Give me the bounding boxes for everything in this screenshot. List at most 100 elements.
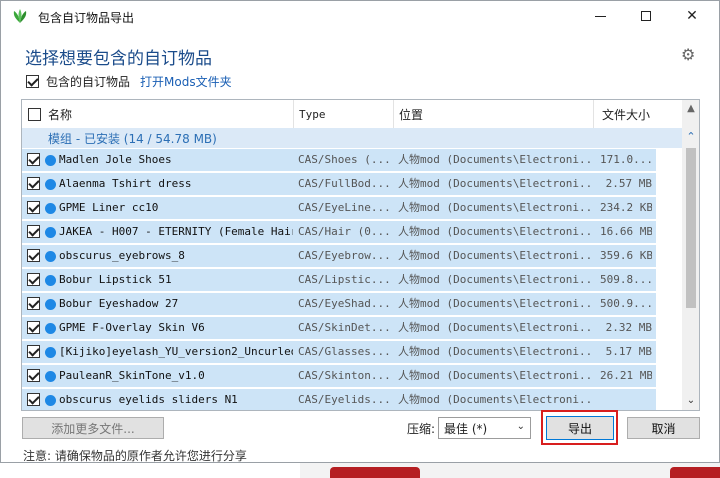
column-type[interactable]: Type	[294, 100, 394, 128]
column-location[interactable]: 位置	[394, 100, 594, 128]
group-label: 模组 - 已安装 (14 / 54.78 MB)	[48, 131, 217, 146]
scroll-down-chevron-icon[interactable]: ⌄	[682, 392, 699, 410]
list-item[interactable]: obscurus_eyebrows_8 CAS/Eyebrow... 人物mod…	[22, 245, 682, 267]
list-item[interactable]: Madlen Jole Shoes CAS/Shoes (... 人物mod (…	[22, 149, 682, 171]
open-mods-folder-link[interactable]: 打开Mods文件夹	[140, 73, 232, 90]
row-size: 359.6 KB	[600, 249, 652, 262]
minimize-button[interactable]	[577, 1, 623, 31]
row-type: CAS/Hair (0...	[298, 225, 391, 238]
row-name: GPME Liner cc10	[59, 201, 159, 214]
include-label: 包含的自订物品	[46, 74, 131, 89]
maximize-button[interactable]	[623, 1, 669, 31]
export-dialog: 包含自订物品导出 ✕ 选择想要包含的自订物品 ⚙ 包含的自订物品 打开Mods文…	[0, 0, 720, 463]
row-size: 171.0...	[600, 153, 652, 166]
scrollbar-thumb[interactable]	[686, 148, 696, 308]
status-dot-icon	[45, 299, 56, 310]
list-item[interactable]: Alaenma Tshirt dress CAS/FullBod... 人物mo…	[22, 173, 682, 195]
list-item[interactable]: Bobur Eyeshadow 27 CAS/EyeShad... 人物mod …	[22, 293, 682, 315]
app-logo-icon	[13, 9, 27, 23]
include-checkbox[interactable]	[26, 74, 39, 88]
row-location: 人物mod (Documents\Electroni...	[398, 201, 590, 214]
row-checkbox[interactable]	[27, 393, 40, 406]
row-name: Bobur Lipstick 51	[59, 273, 172, 286]
close-icon: ✕	[686, 8, 698, 24]
include-row: 包含的自订物品 打开Mods文件夹	[26, 73, 232, 89]
column-size[interactable]: 文件大小	[594, 100, 682, 128]
row-checkbox[interactable]	[27, 297, 40, 310]
row-checkbox[interactable]	[27, 369, 40, 382]
row-name: Bobur Eyeshadow 27	[59, 297, 179, 310]
row-type: CAS/Skinton...	[298, 369, 391, 382]
row-checkbox[interactable]	[27, 249, 40, 262]
list-item[interactable]: GPME Liner cc10 CAS/EyeLine... 人物mod (Do…	[22, 197, 682, 219]
row-type: CAS/Eyelids...	[298, 393, 391, 406]
row-size: 509.8...	[600, 273, 652, 286]
row-location: 人物mod (Documents\Electroni...	[398, 225, 590, 238]
add-more-files-button[interactable]: 添加更多文件...	[22, 417, 164, 439]
row-checkbox[interactable]	[27, 201, 40, 214]
title-bar[interactable]: 包含自订物品导出 ✕	[1, 1, 719, 31]
gear-icon[interactable]: ⚙	[681, 47, 697, 63]
desktop-background	[300, 463, 720, 478]
select-all-checkbox[interactable]	[28, 107, 41, 121]
row-location: 人物mod (Documents\Electroni...	[398, 297, 590, 310]
status-dot-icon	[45, 395, 56, 406]
chevron-down-icon: ⌄	[516, 421, 525, 432]
window-title: 包含自订物品导出	[38, 11, 135, 25]
row-size: 5.17 MB	[605, 345, 652, 358]
row-name: Madlen Jole Shoes	[59, 153, 172, 166]
column-name[interactable]: 名称	[22, 100, 294, 128]
status-dot-icon	[45, 323, 56, 334]
row-size: 500.9...	[600, 297, 652, 310]
cancel-button[interactable]: 取消	[627, 417, 700, 439]
row-type: CAS/Eyebrow...	[298, 249, 391, 262]
row-checkbox[interactable]	[27, 345, 40, 358]
list-item[interactable]: PauleanR_SkinTone_v1.0 CAS/Skinton... 人物…	[22, 365, 682, 387]
close-button[interactable]: ✕	[669, 1, 715, 31]
maximize-icon	[641, 11, 651, 21]
list-item[interactable]: [Kijiko]eyelash_YU_version2_Uncurled CAS…	[22, 341, 682, 363]
status-dot-icon	[45, 251, 56, 262]
permission-note: 注意: 请确保物品的原作者允许您进行分享	[23, 449, 247, 463]
scroll-up-arrow-icon[interactable]: ▲	[682, 100, 699, 118]
row-location: 人物mod (Documents\Electroni...	[398, 153, 590, 166]
row-checkbox[interactable]	[27, 225, 40, 238]
list-item[interactable]: JAKEA - H007 - ETERNITY (Female Hair) CA…	[22, 221, 682, 243]
column-size-label: 文件大小	[602, 107, 651, 122]
row-checkbox[interactable]	[27, 321, 40, 334]
list-item[interactable]: obscurus eyelids sliders N1 CAS/Eyelids.…	[22, 389, 682, 410]
status-dot-icon	[45, 179, 56, 190]
list-item[interactable]: Bobur Lipstick 51 CAS/Lipstic... 人物mod (…	[22, 269, 682, 291]
desktop-shape	[670, 467, 720, 478]
export-button[interactable]: 导出	[546, 416, 614, 440]
status-dot-icon	[45, 155, 56, 166]
status-dot-icon	[45, 371, 56, 382]
row-type: CAS/Lipstic...	[298, 273, 391, 286]
row-location: 人物mod (Documents\Electroni...	[398, 249, 590, 262]
row-name: obscurus eyelids sliders N1	[59, 393, 238, 406]
compression-label: 压缩:	[407, 422, 436, 436]
list-item[interactable]: GPME F-Overlay Skin V6 CAS/SkinDet... 人物…	[22, 317, 682, 339]
row-size: 2.32 MB	[605, 321, 652, 334]
status-dot-icon	[45, 227, 56, 238]
row-checkbox[interactable]	[27, 273, 40, 286]
desktop-shape	[330, 467, 420, 478]
row-location: 人物mod (Documents\Electroni...	[398, 177, 590, 190]
row-type: CAS/SkinDet...	[298, 321, 391, 334]
row-checkbox[interactable]	[27, 177, 40, 190]
collapse-group-chevron-icon[interactable]: ⌃	[682, 128, 699, 146]
list-header: 名称 Type 位置 文件大小	[22, 100, 682, 128]
group-header[interactable]: 模组 - 已安装 (14 / 54.78 MB)	[22, 128, 682, 148]
row-checkbox[interactable]	[27, 153, 40, 166]
compression-value: 最佳 (*)	[444, 421, 488, 436]
items-list: 名称 Type 位置 文件大小 模组 - 已安装 (14 / 54.78 MB)…	[21, 99, 700, 411]
column-location-label: 位置	[399, 107, 424, 122]
vertical-scrollbar[interactable]: ▲ ⌃ ⌄	[682, 100, 699, 410]
compression-select[interactable]: 最佳 (*) ⌄	[438, 417, 531, 439]
row-name: JAKEA - H007 - ETERNITY (Female Hair)	[59, 225, 293, 238]
row-type: CAS/EyeShad...	[298, 297, 391, 310]
row-name: [Kijiko]eyelash_YU_version2_Uncurled	[59, 345, 293, 358]
status-dot-icon	[45, 347, 56, 358]
row-location: 人物mod (Documents\Electroni...	[398, 273, 590, 286]
column-name-label: 名称	[48, 107, 73, 122]
